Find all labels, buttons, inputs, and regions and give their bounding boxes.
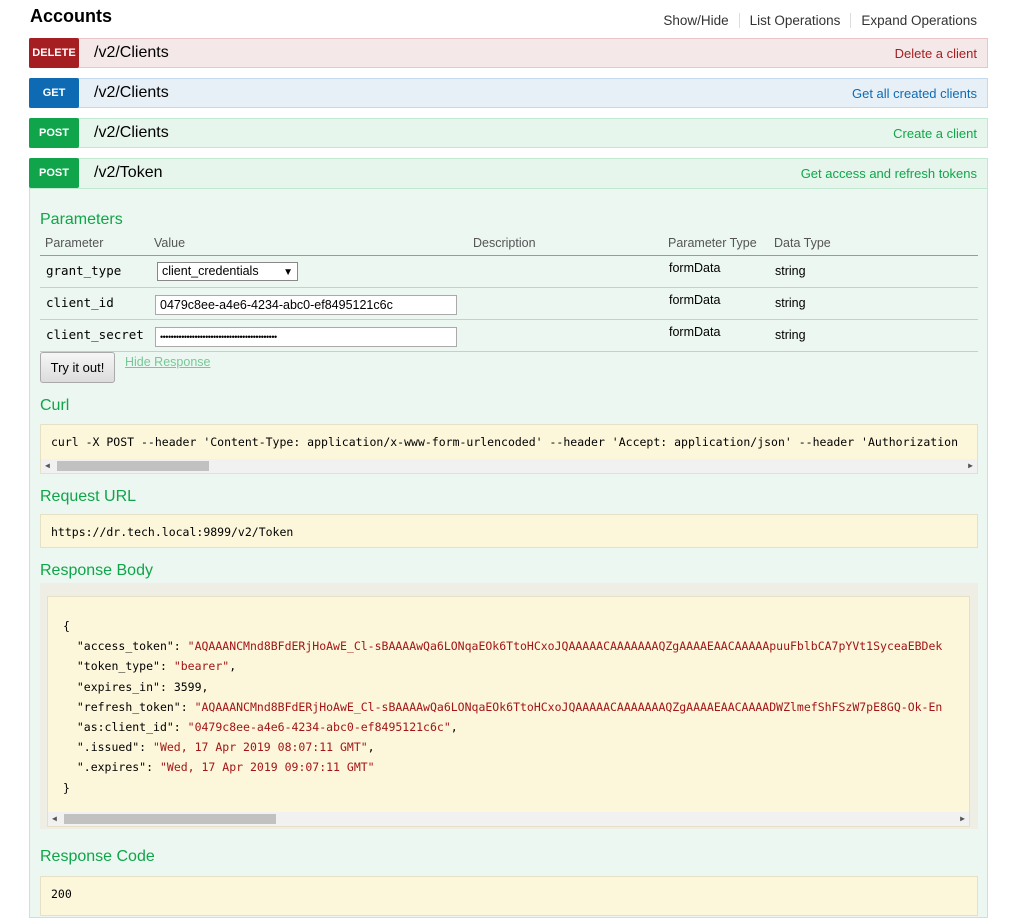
scrollbar-thumb[interactable] (57, 461, 209, 471)
scroll-right-icon[interactable]: ▶ (968, 459, 973, 473)
json-line: "as:client_id": "0479c8ee-a4e6-4234-abc0… (76, 720, 458, 735)
show-hide-link[interactable]: Show/Hide (663, 13, 738, 28)
request-url-box: https://dr.tech.local:9899/v2/Token (40, 514, 978, 548)
operation-get-clients[interactable]: GET /v2/Clients Get all created clients (29, 78, 988, 108)
client-secret-input[interactable]: ••••••••••••••••••••••••••••••••••••••••… (155, 327, 457, 347)
chevron-down-icon: ▼ (283, 267, 293, 278)
parameter-name: grant_type (46, 263, 122, 278)
operation-post-clients[interactable]: POST /v2/Clients Create a client (29, 118, 988, 148)
resource-title[interactable]: Accounts (30, 6, 112, 27)
response-body-container: { "access_token": "AQAAANCMnd8BFdERjHoAw… (40, 583, 978, 829)
client-id-input[interactable]: 0479c8ee-a4e6-4234-abc0-ef8495121c6c (155, 295, 457, 315)
method-badge[interactable]: POST (29, 118, 79, 148)
operation-content: Parameters Parameter Value Description P… (29, 188, 988, 918)
parameters-title: Parameters (40, 211, 123, 228)
response-body-box: { "access_token": "AQAAANCMnd8BFdERjHoAw… (47, 596, 970, 827)
horizontal-scrollbar[interactable]: ◀ ▶ (48, 812, 969, 826)
table-row: grant_type client_credentials ▼ formData… (40, 256, 978, 288)
column-header: Parameter Type (668, 236, 757, 250)
json-line: "refresh_token": "AQAAANCMnd8BFdERjHoAwE… (76, 699, 943, 714)
parameter-name: client_secret (46, 327, 144, 342)
method-badge[interactable]: DELETE (29, 38, 79, 68)
operation-path[interactable]: /v2/Clients (94, 124, 169, 142)
operation-path[interactable]: /v2/Clients (94, 44, 169, 62)
parameter-type: formData (669, 325, 721, 339)
table-row: client_id 0479c8ee-a4e6-4234-abc0-ef8495… (40, 288, 978, 320)
json-line: "access_token": "AQAAANCMnd8BFdERjHoAwE_… (76, 639, 943, 654)
column-header: Parameter (45, 236, 104, 250)
column-header: Description (473, 236, 536, 250)
operation-post-token[interactable]: POST /v2/Token Get access and refresh to… (29, 158, 988, 188)
list-operations-link[interactable]: List Operations (738, 13, 851, 28)
column-header: Data Type (774, 236, 831, 250)
json-open-brace: { (63, 619, 70, 633)
data-type: string (775, 264, 806, 278)
operation-summary[interactable]: Delete a client (895, 46, 977, 61)
horizontal-scrollbar[interactable]: ◀ ▶ (41, 459, 977, 473)
data-type: string (775, 328, 806, 342)
table-row: client_secret ••••••••••••••••••••••••••… (40, 320, 978, 352)
data-type: string (775, 296, 806, 310)
curl-command: curl -X POST --header 'Content-Type: app… (51, 435, 958, 449)
method-badge[interactable]: POST (29, 158, 79, 188)
response-code-value: 200 (51, 887, 72, 901)
parameter-type: formData (669, 261, 721, 275)
request-url-value: https://dr.tech.local:9899/v2/Token (51, 525, 294, 539)
operation-path[interactable]: /v2/Token (94, 164, 162, 182)
column-header: Value (154, 236, 186, 250)
curl-box: curl -X POST --header 'Content-Type: app… (40, 424, 978, 474)
resource-links: Show/Hide List Operations Expand Operati… (663, 13, 977, 28)
operation-path[interactable]: /v2/Clients (94, 84, 169, 102)
scroll-right-icon[interactable]: ▶ (960, 812, 965, 826)
operation-summary[interactable]: Create a client (893, 126, 977, 141)
scrollbar-thumb[interactable] (64, 814, 276, 824)
response-json: { "access_token": "AQAAANCMnd8BFdERjHoAw… (63, 616, 942, 798)
scroll-left-icon[interactable]: ◀ (52, 812, 57, 826)
json-line: "token_type": "bearer", (76, 659, 237, 674)
json-line: "expires_in": 3599, (76, 679, 209, 694)
grant-type-select[interactable]: client_credentials ▼ (157, 262, 298, 281)
response-body-title: Response Body (40, 562, 153, 579)
operation-delete-clients[interactable]: DELETE /v2/Clients Delete a client (29, 38, 988, 68)
response-code-box: 200 (40, 876, 978, 916)
request-url-title: Request URL (40, 488, 137, 505)
json-line: ".expires": "Wed, 17 Apr 2019 09:07:11 G… (76, 760, 375, 775)
method-badge[interactable]: GET (29, 78, 79, 108)
hide-response-link[interactable]: Hide Response (125, 355, 210, 369)
parameter-type: formData (669, 293, 721, 307)
operation-summary[interactable]: Get access and refresh tokens (801, 166, 977, 181)
scroll-left-icon[interactable]: ◀ (45, 459, 50, 473)
selected-value: client_credentials (162, 264, 259, 278)
curl-title: Curl (40, 397, 70, 414)
operation-summary[interactable]: Get all created clients (852, 86, 977, 101)
json-line: ".issued": "Wed, 17 Apr 2019 08:07:11 GM… (76, 740, 375, 755)
expand-operations-link[interactable]: Expand Operations (850, 13, 977, 28)
response-code-title: Response Code (40, 848, 155, 865)
try-it-out-button[interactable]: Try it out! (40, 352, 115, 383)
parameter-name: client_id (46, 295, 114, 310)
json-close-brace: } (63, 780, 70, 795)
